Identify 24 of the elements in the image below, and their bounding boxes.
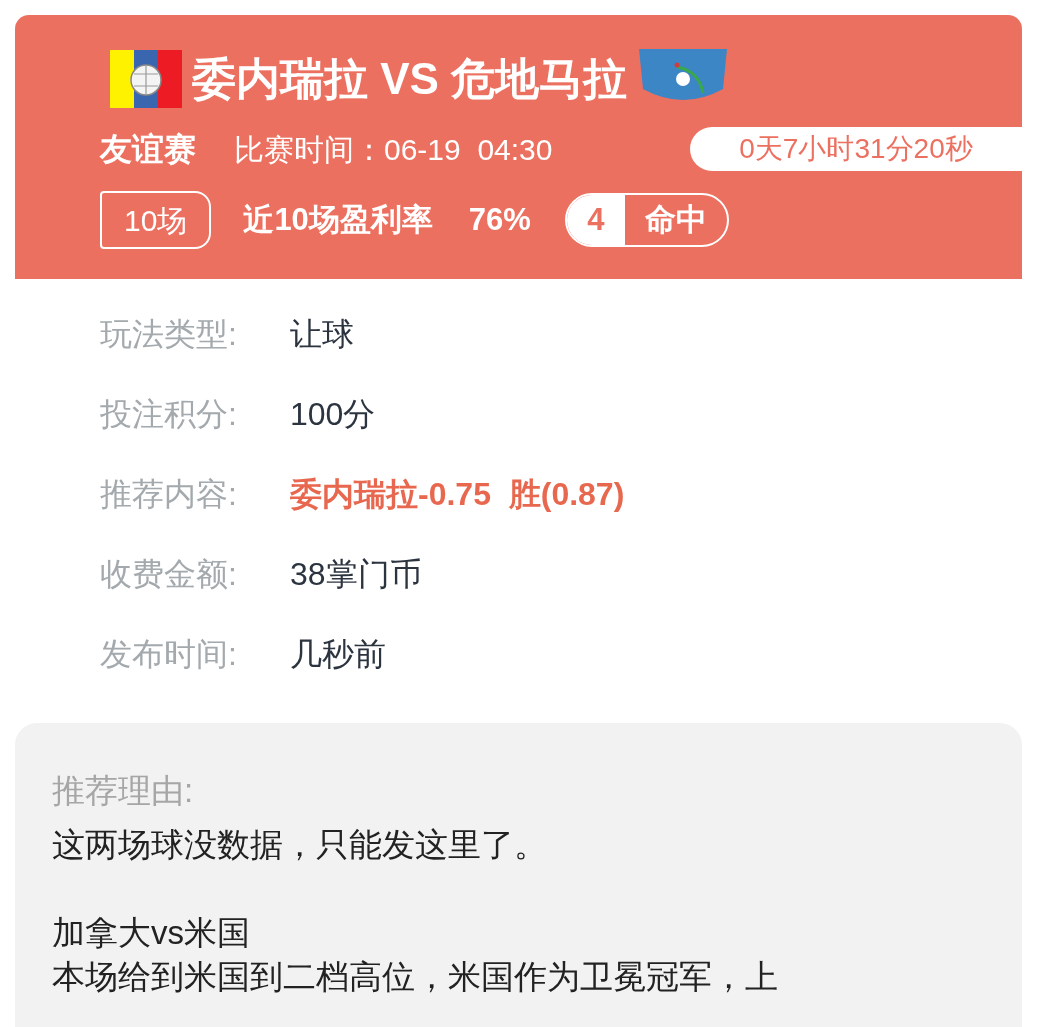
countdown-badge: 0天7小时31分20秒 xyxy=(690,127,1022,171)
detail-label: 发布时间: xyxy=(100,635,238,674)
detail-label: 投注积分: xyxy=(100,395,238,434)
detail-value: 委内瑞拉-0.75 胜(0.87) xyxy=(290,475,625,514)
match-time: 比赛时间：06-19 04:30 xyxy=(234,131,553,168)
flag-icon xyxy=(110,50,182,108)
detail-label: 收费金额: xyxy=(100,555,238,594)
detail-value: 38掌门币 xyxy=(290,555,422,594)
league-name: 友谊赛 xyxy=(100,130,196,169)
reason-text: 这两场球没数据，只能发这里了。 xyxy=(52,825,548,865)
reason-title: 推荐理由: xyxy=(52,771,195,811)
match-title: 委内瑞拉 VS 危地马拉 xyxy=(192,53,628,105)
detail-label: 推荐内容: xyxy=(100,475,238,514)
detail-label: 玩法类型: xyxy=(100,315,238,354)
detail-value: 让球 xyxy=(290,315,354,354)
detail-value: 100分 xyxy=(290,395,376,434)
profit-rate-label: 近10场盈利率 xyxy=(243,200,433,239)
reason-text: 本场给到米国到二档高位，米国作为卫冕冠军，上 xyxy=(52,957,779,997)
hits-label: 命中 xyxy=(643,200,708,239)
reason-text: 加拿大vs米国 xyxy=(52,913,251,953)
profit-rate-value: 76% xyxy=(468,200,531,239)
detail-value: 几秒前 xyxy=(290,635,386,674)
hits-count: 4 xyxy=(566,195,625,245)
games-count-badge: 10场 xyxy=(100,191,212,249)
